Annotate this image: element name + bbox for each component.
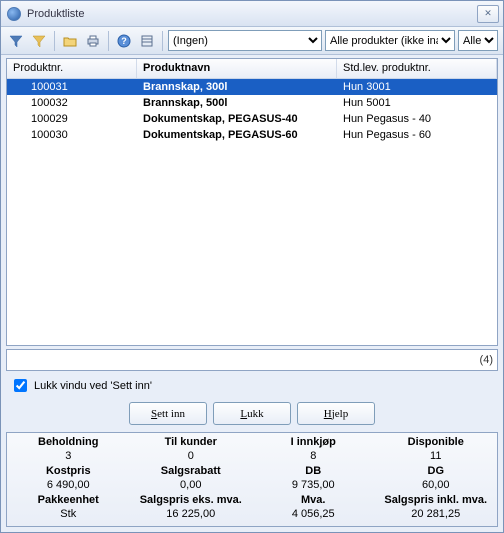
detail-value: 8 bbox=[252, 449, 375, 464]
cell: Hun Pegasus - 40 bbox=[337, 111, 497, 127]
toolbar: ? (Ingen) Alle produkter (ikke inaktive)… bbox=[1, 27, 503, 55]
cell: Brannskap, 500l bbox=[137, 95, 337, 111]
cell: 100032 bbox=[7, 95, 137, 111]
column-header-produktnr[interactable]: Produktnr. bbox=[7, 59, 137, 78]
detail-label: Disponible bbox=[375, 435, 498, 449]
product-grid: Produktnr. Produktnavn Std.lev. produktn… bbox=[6, 58, 498, 346]
svg-text:?: ? bbox=[121, 36, 127, 46]
scope-dropdown[interactable]: Alle bbox=[458, 30, 498, 51]
detail-value: 4 056,25 bbox=[252, 507, 375, 522]
detail-label: Salgspris inkl. mva. bbox=[375, 493, 498, 507]
search-input[interactable] bbox=[11, 353, 480, 367]
detail-label: Salgsrabatt bbox=[130, 464, 253, 478]
cell: Hun 5001 bbox=[337, 95, 497, 111]
cell: Hun Pegasus - 60 bbox=[337, 127, 497, 143]
detail-value: 20 281,25 bbox=[375, 507, 498, 522]
separator bbox=[162, 31, 163, 51]
lukk-button[interactable]: Lukk bbox=[213, 402, 291, 425]
button-row: Sett inn Lukk Hjelp bbox=[6, 400, 498, 429]
table-row[interactable]: 100029Dokumentskap, PEGASUS-40Hun Pegasu… bbox=[7, 111, 497, 127]
grid-header: Produktnr. Produktnavn Std.lev. produktn… bbox=[7, 59, 497, 79]
column-header-produktnavn[interactable]: Produktnavn bbox=[137, 59, 337, 78]
detail-value: 6 490,00 bbox=[7, 478, 130, 493]
filter-icon[interactable] bbox=[6, 31, 26, 51]
filter-clear-icon[interactable] bbox=[29, 31, 49, 51]
detail-label: Beholdning bbox=[7, 435, 130, 449]
separator bbox=[54, 31, 55, 51]
cell: Hun 3001 bbox=[337, 79, 497, 95]
cell: Brannskap, 300l bbox=[137, 79, 337, 95]
settings-icon[interactable] bbox=[137, 31, 157, 51]
table-row[interactable]: 100031Brannskap, 300lHun 3001 bbox=[7, 79, 497, 95]
group-dropdown[interactable]: (Ingen) bbox=[168, 30, 322, 51]
detail-label: Til kunder bbox=[130, 435, 253, 449]
record-count: (4) bbox=[480, 354, 493, 366]
hjelp-button[interactable]: Hjelp bbox=[297, 402, 375, 425]
titlebar: Produktliste ✕ bbox=[1, 1, 503, 27]
detail-label: DB bbox=[252, 464, 375, 478]
help-icon[interactable]: ? bbox=[114, 31, 134, 51]
cell: 100029 bbox=[7, 111, 137, 127]
cell: Dokumentskap, PEGASUS-60 bbox=[137, 127, 337, 143]
sett-inn-button[interactable]: Sett inn bbox=[129, 402, 207, 425]
app-icon bbox=[7, 7, 21, 21]
grid-body: 100031Brannskap, 300lHun 3001100032Brann… bbox=[7, 79, 497, 345]
detail-value: 9 735,00 bbox=[252, 478, 375, 493]
table-row[interactable]: 100030Dokumentskap, PEGASUS-60Hun Pegasu… bbox=[7, 127, 497, 143]
detail-label: Pakkeenhet bbox=[7, 493, 130, 507]
window-title: Produktliste bbox=[27, 8, 477, 20]
detail-label: DG bbox=[375, 464, 498, 478]
folder-icon[interactable] bbox=[60, 31, 80, 51]
detail-value: 16 225,00 bbox=[130, 507, 253, 522]
detail-value: 0 bbox=[130, 449, 253, 464]
content-area: Produktnr. Produktnavn Std.lev. produktn… bbox=[1, 55, 503, 532]
filter-dropdown[interactable]: Alle produkter (ikke inaktive) bbox=[325, 30, 455, 51]
detail-value: 11 bbox=[375, 449, 498, 464]
detail-label: Salgspris eks. mva. bbox=[130, 493, 253, 507]
search-box: (4) bbox=[6, 349, 498, 371]
close-button[interactable]: ✕ bbox=[477, 5, 499, 23]
detail-value: 0,00 bbox=[130, 478, 253, 493]
column-header-stdlev[interactable]: Std.lev. produktnr. bbox=[337, 59, 497, 78]
detail-value: 60,00 bbox=[375, 478, 498, 493]
close-on-insert-row: Lukk vindu ved 'Sett inn' bbox=[6, 374, 498, 397]
detail-value: 3 bbox=[7, 449, 130, 464]
cell: 100031 bbox=[7, 79, 137, 95]
print-icon[interactable] bbox=[83, 31, 103, 51]
detail-value: Stk bbox=[7, 507, 130, 522]
close-icon: ✕ bbox=[484, 8, 492, 19]
close-on-insert-checkbox[interactable] bbox=[14, 379, 27, 392]
close-on-insert-label: Lukk vindu ved 'Sett inn' bbox=[34, 380, 152, 392]
detail-label: Kostpris bbox=[7, 464, 130, 478]
detail-label: Mva. bbox=[252, 493, 375, 507]
detail-label: I innkjøp bbox=[252, 435, 375, 449]
cell: Dokumentskap, PEGASUS-40 bbox=[137, 111, 337, 127]
window: Produktliste ✕ ? (Ingen) Alle prod bbox=[0, 0, 504, 533]
details-panel: BeholdningTil kunderI innkjøpDisponible 3… bbox=[6, 432, 498, 527]
table-row[interactable]: 100032Brannskap, 500lHun 5001 bbox=[7, 95, 497, 111]
cell: 100030 bbox=[7, 127, 137, 143]
separator bbox=[108, 31, 109, 51]
